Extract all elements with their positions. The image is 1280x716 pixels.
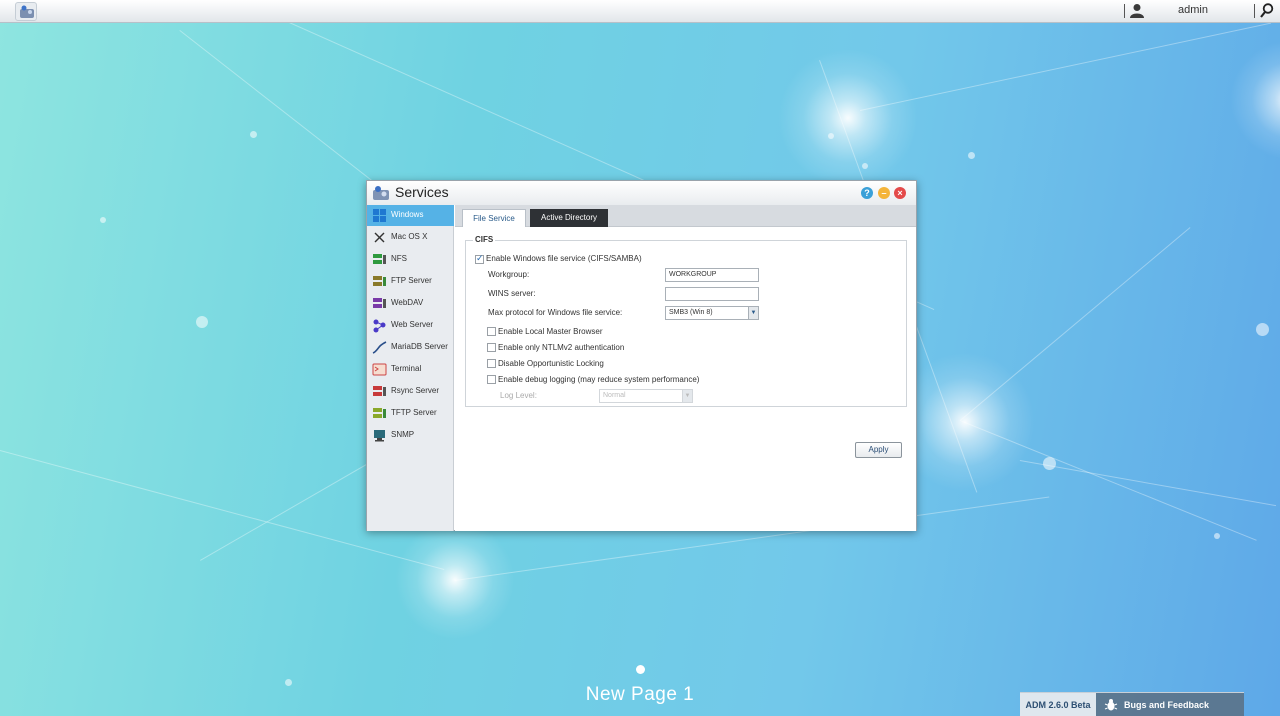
sidebar-item-label: Mac OS X [391, 232, 428, 241]
minimize-icon: – [881, 188, 887, 198]
sidebar-item-ftp-server[interactable]: FTP Server [367, 271, 454, 292]
log-level-value: Normal [603, 392, 626, 399]
sidebar-item-mariadb-server[interactable]: MariaDB Server [367, 337, 454, 358]
sidebar-item-tftp-server[interactable]: TFTP Server [367, 403, 454, 424]
sidebar-item-terminal[interactable]: Terminal [367, 359, 454, 380]
help-icon: ? [864, 188, 870, 198]
topbar-separator [1124, 4, 1125, 18]
search-icon[interactable] [1260, 3, 1274, 18]
log-level-select[interactable]: Normal ▼ [599, 389, 693, 403]
snmp-icon [374, 430, 385, 442]
sidebar-item-snmp[interactable]: SNMP [367, 425, 454, 446]
tab-bar: File Service Active Directory [455, 205, 916, 227]
tab-active-directory[interactable]: Active Directory [530, 209, 608, 227]
app-launcher-button[interactable] [15, 2, 37, 21]
user-icon[interactable] [1130, 3, 1144, 18]
local-master-browser-label: Enable Local Master Browser [498, 327, 603, 336]
enable-cifs-checkbox[interactable] [475, 253, 484, 264]
wins-server-input[interactable] [665, 287, 759, 301]
apply-button[interactable]: Apply [855, 442, 902, 458]
window-titlebar[interactable]: Services ? – × [367, 181, 916, 205]
adm-version: ADM 2.6.0 Beta [1020, 693, 1096, 716]
log-level-label: Log Level: [500, 391, 537, 400]
sidebar-item-label: TFTP Server [391, 408, 437, 417]
oplocks-label: Disable Opportunistic Locking [498, 359, 604, 368]
sidebar-item-mac-os-x[interactable]: Mac OS X [367, 227, 454, 248]
ftp-server-icon [373, 276, 386, 286]
top-bar: admin [0, 0, 1280, 23]
sidebar-item-label: Windows [391, 210, 424, 219]
cifs-legend: CIFS [473, 235, 496, 244]
tab-file-service[interactable]: File Service [462, 209, 526, 227]
bugs-feedback-link[interactable]: Bugs and Feedback [1124, 700, 1209, 710]
mariadb-server-icon [372, 341, 387, 354]
services-sidebar: Windows Mac OS X NFS FTP Server WebDAV W… [367, 205, 454, 531]
chevron-down-icon: ▼ [682, 390, 692, 402]
page-indicator-dot[interactable] [636, 665, 645, 674]
sidebar-item-label: NFS [391, 254, 407, 263]
topbar-separator [1254, 4, 1255, 18]
webdav-icon [373, 298, 386, 308]
services-app-icon [373, 186, 389, 200]
max-protocol-value: SMB3 (Win 8) [669, 309, 713, 316]
enable-cifs-label: Enable Windows file service (CIFS/SAMBA) [486, 254, 642, 263]
sidebar-item-label: Rsync Server [391, 386, 440, 395]
oplocks-checkbox[interactable] [487, 359, 496, 368]
sidebar-item-label: SNMP [391, 430, 415, 439]
app-launcher-icon [20, 5, 34, 18]
max-protocol-select[interactable]: SMB3 (Win 8) ▼ [665, 306, 759, 320]
user-name[interactable]: admin [1178, 4, 1208, 16]
close-button[interactable]: × [894, 187, 906, 199]
debug-logging-label: Enable debug logging (may reduce system … [498, 375, 700, 384]
max-protocol-label: Max protocol for Windows file service: [488, 308, 623, 317]
ntlmv2-checkbox[interactable] [487, 343, 496, 352]
sidebar-item-label: WebDAV [391, 298, 424, 307]
windows-icon [373, 209, 386, 222]
sidebar-item-nfs[interactable]: NFS [367, 249, 454, 270]
sidebar-item-label: Terminal [391, 364, 422, 373]
mac-os-x-icon [374, 232, 385, 243]
window-title: Services [395, 184, 449, 200]
sidebar-item-web-server[interactable]: Web Server [367, 315, 454, 336]
desktop-page-label: New Page 1 [585, 684, 695, 705]
close-icon: × [897, 188, 903, 198]
sidebar-item-label: Web Server [391, 320, 434, 329]
workgroup-label: Workgroup: [488, 270, 530, 279]
bug-icon [1104, 699, 1118, 711]
sidebar-item-label: MariaDB Server [391, 342, 448, 351]
help-button[interactable]: ? [861, 187, 873, 199]
minimize-button[interactable]: – [878, 187, 890, 199]
rsync-server-icon [373, 386, 386, 396]
wins-server-label: WINS server: [488, 289, 536, 298]
chevron-down-icon: ▼ [748, 307, 758, 319]
terminal-icon [372, 363, 387, 376]
services-content: File Service Active Directory CIFS Enabl… [455, 205, 916, 531]
web-server-icon [373, 319, 386, 333]
sidebar-item-label: FTP Server [391, 276, 432, 285]
tftp-server-icon [373, 408, 386, 418]
services-window: Services ? – × Windows Mac OS X NFS FTP … [366, 180, 917, 531]
debug-logging-checkbox[interactable] [487, 375, 496, 384]
status-bar: ADM 2.6.0 Beta Bugs and Feedback [1020, 692, 1244, 716]
sidebar-item-webdav[interactable]: WebDAV [367, 293, 454, 314]
nfs-icon [373, 254, 386, 264]
sidebar-item-windows[interactable]: Windows [367, 205, 454, 226]
local-master-browser-checkbox[interactable] [487, 327, 496, 336]
sidebar-item-rsync-server[interactable]: Rsync Server [367, 381, 454, 402]
workgroup-input[interactable]: WORKGROUP [665, 268, 759, 282]
cifs-fieldset: CIFS Enable Windows file service (CIFS/S… [465, 235, 907, 407]
ntlmv2-label: Enable only NTLMv2 authentication [498, 343, 625, 352]
